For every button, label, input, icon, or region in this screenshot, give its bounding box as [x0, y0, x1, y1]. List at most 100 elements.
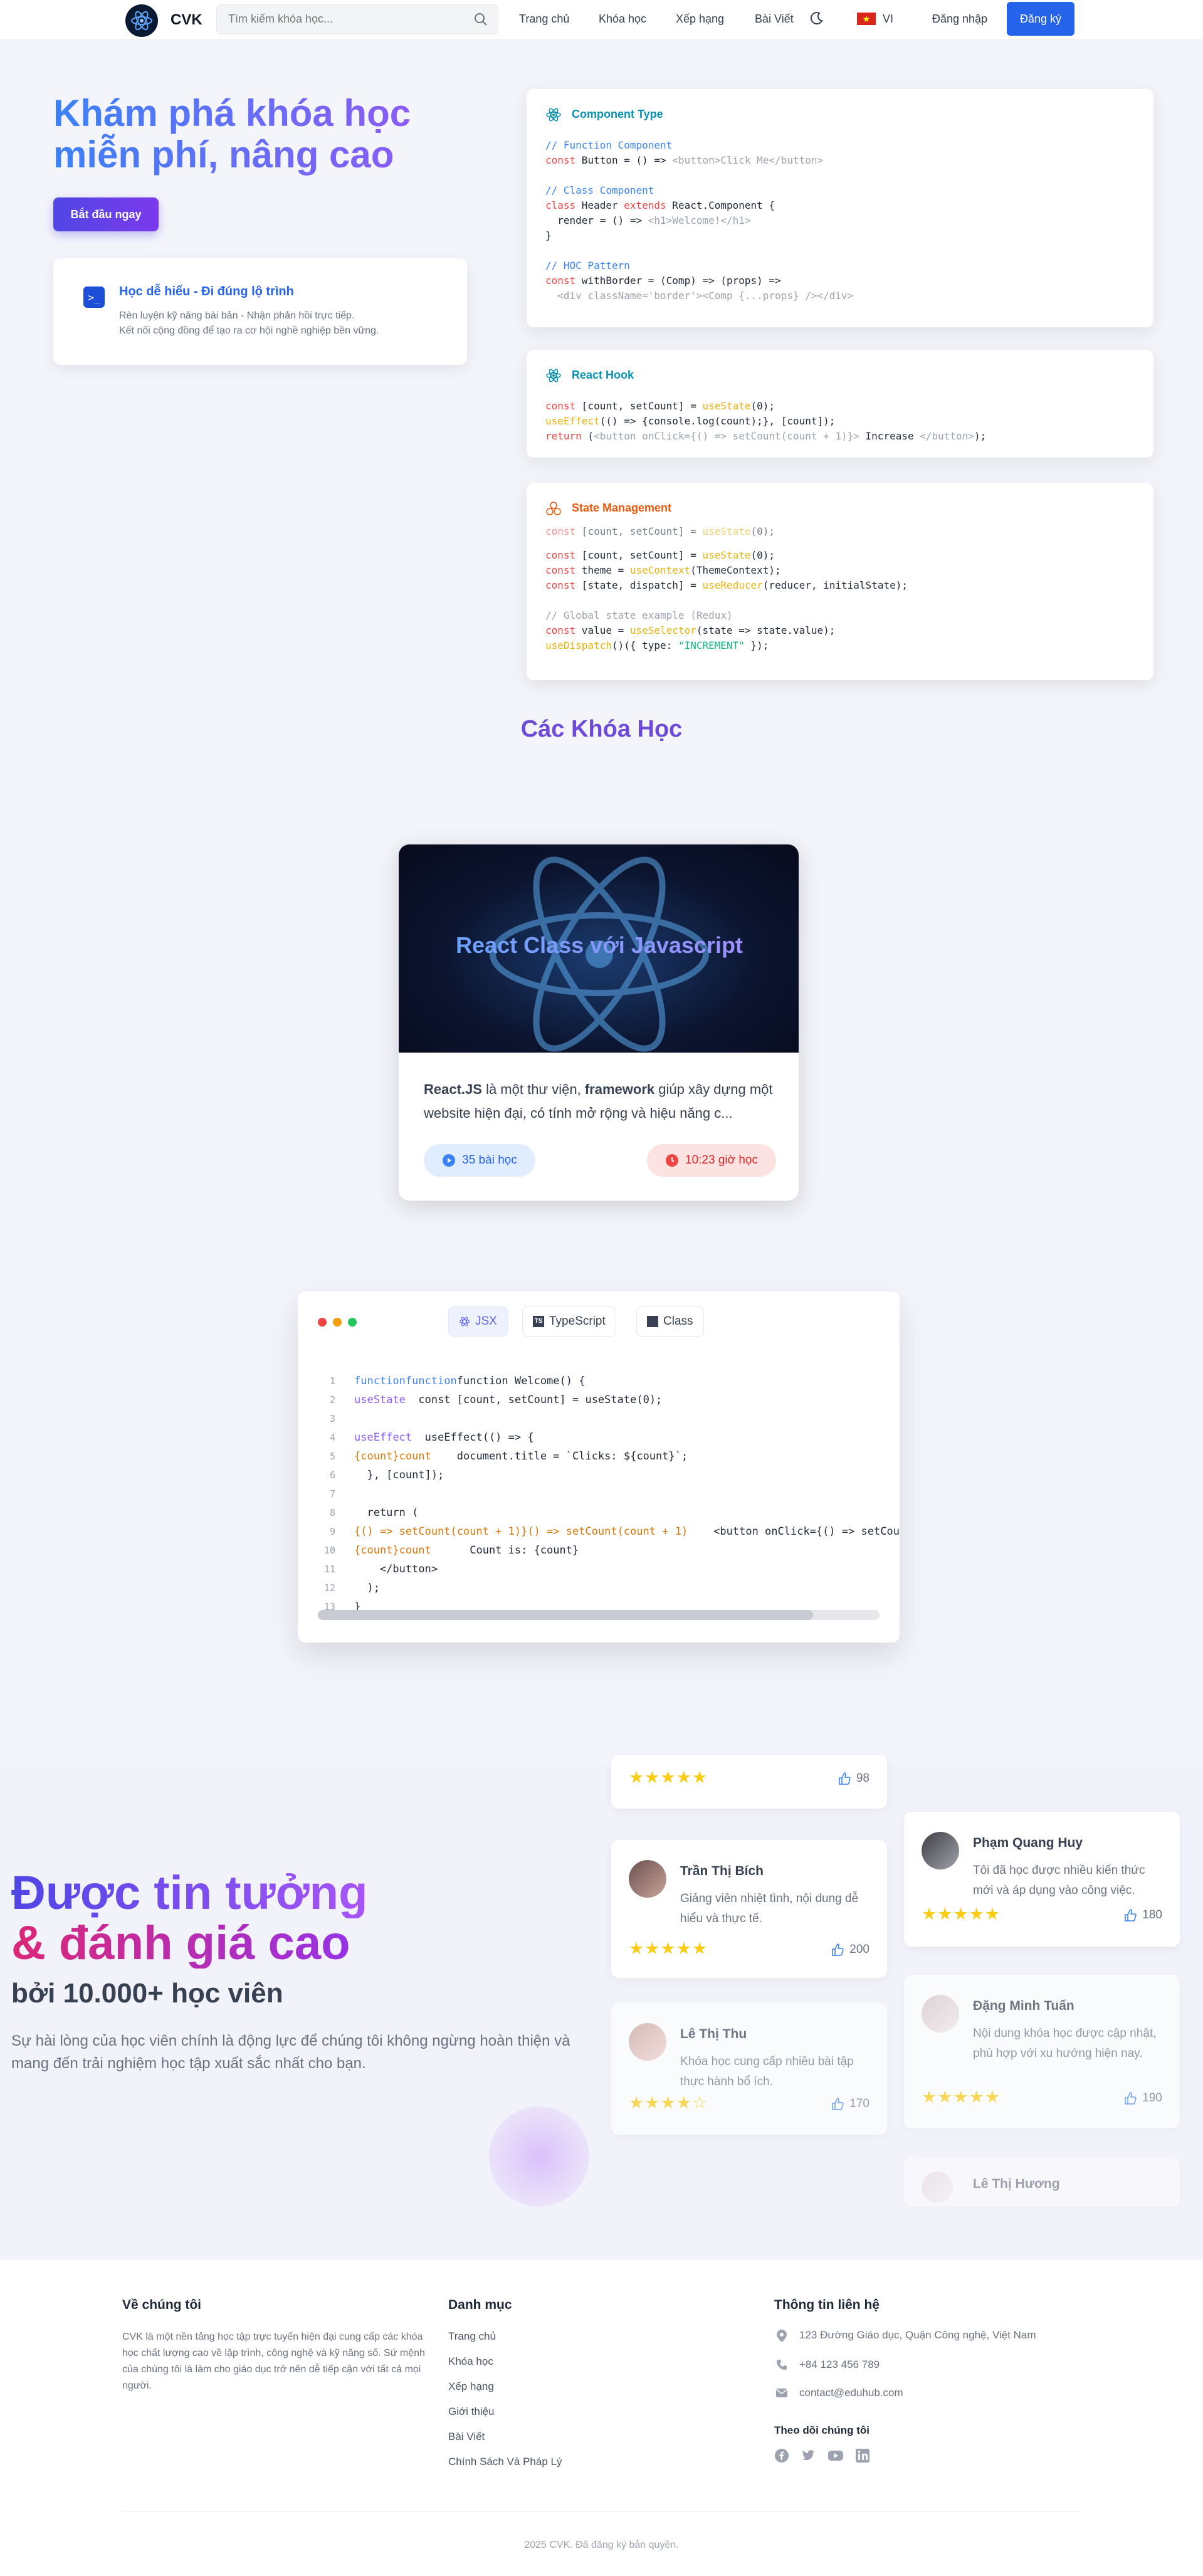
login-link[interactable]: Đăng nhập	[932, 13, 987, 26]
footer-link-home[interactable]: Trang chủ	[448, 2330, 496, 2343]
line-number: 5	[329, 1451, 335, 1462]
rating-stars: ★★★★★	[922, 1905, 1001, 1923]
feature-desc-line1: Rèn luyện kỹ năng bài bản - Nhận phản hồ…	[119, 310, 355, 321]
line-number: 3	[329, 1413, 335, 1424]
line-number: 2	[329, 1394, 335, 1406]
rating-stars: ★★★★★	[922, 2088, 1001, 2106]
line-number: 9	[329, 1526, 335, 1537]
reviewer-name: Phạm Quang Huy	[973, 1836, 1083, 1850]
feature-card: >_ Học dễ hiểu - Đi đúng lộ trình Rèn lu…	[53, 258, 467, 365]
react-icon	[545, 107, 562, 126]
thumbs-up-icon[interactable]	[1123, 1908, 1137, 1922]
rating-stars: ★★★★★	[629, 1939, 708, 1958]
like-count[interactable]: 190	[1123, 2091, 1162, 2105]
code-editor: JSX TS TypeScript Class 1 2 3 4 5 6 7 8 …	[298, 1291, 900, 1643]
dark-mode-icon[interactable]	[810, 11, 824, 28]
nav-courses[interactable]: Khóa học	[599, 13, 646, 26]
logo-text[interactable]: CVK	[171, 11, 202, 29]
play-icon	[443, 1154, 456, 1167]
tab-class[interactable]: Class	[636, 1306, 704, 1337]
line-number: 12	[323, 1582, 335, 1594]
email-icon	[775, 2388, 788, 2401]
window-close-dot	[318, 1318, 327, 1327]
line-number: 8	[329, 1507, 335, 1518]
course-card[interactable]: React Class với Javascript React.JS là m…	[398, 844, 799, 1201]
site-header: CVK Trang chủ Khóa học Xếp hạng Bài Viết…	[0, 0, 1203, 40]
avatar	[629, 2023, 666, 2061]
search-icon[interactable]	[474, 13, 488, 29]
logo-icon[interactable]	[125, 4, 158, 37]
nav-home[interactable]: Trang chủ	[519, 13, 569, 26]
start-now-button[interactable]: Bắt đầu ngay	[53, 197, 159, 231]
footer-phone: +84 123 456 789	[799, 2358, 880, 2370]
footer-about-title: Về chúng tôi	[122, 2298, 201, 2312]
avatar	[922, 2172, 953, 2203]
terminal-icon: >_	[83, 287, 105, 308]
rating-stars: ★★★★☆	[629, 2093, 708, 2112]
youtube-icon[interactable]	[827, 2448, 844, 2464]
like-number: 170	[849, 2097, 869, 2110]
search-box[interactable]	[216, 4, 498, 34]
review-card: Lê Thị Thu Khóa học cung cấp nhiều bài t…	[611, 2003, 887, 2135]
trust-subtitle: bởi 10.000+ học viên	[11, 1978, 283, 2009]
twitter-icon[interactable]	[801, 2448, 817, 2464]
desc-bold-react: React.JS	[424, 1081, 482, 1097]
review-card: Phạm Quang Huy Tôi đã học được nhiều kiế…	[904, 1812, 1180, 1947]
footer-email: contact@eduhub.com	[799, 2387, 903, 2399]
window-maximize-dot	[348, 1318, 357, 1327]
nav-blog[interactable]: Bài Viết	[755, 13, 794, 26]
scrollbar-thumb[interactable]	[318, 1610, 813, 1620]
feature-desc-line2: Kết nối cộng đồng để tạo ra cơ hội nghề …	[119, 325, 379, 336]
reviewer-name: Lê Thị Thu	[680, 2027, 747, 2041]
duration-badge: 10:23 giờ học	[647, 1144, 776, 1177]
window-minimize-dot	[333, 1318, 342, 1327]
line-number: 10	[323, 1545, 335, 1556]
horizontal-scrollbar[interactable]	[318, 1610, 880, 1620]
like-count[interactable]: 180	[1123, 1908, 1162, 1922]
code-card-title: State Management	[572, 502, 672, 514]
review-card: Trần Thị Bích Giảng viên nhiệt tình, nội…	[611, 1840, 887, 1978]
search-input[interactable]	[228, 13, 466, 26]
footer-link-policy[interactable]: Chính Sách Và Pháp Lý	[448, 2456, 562, 2468]
thumbs-up-icon[interactable]	[838, 1772, 851, 1785]
code-snippet: const [count, setCount] = useState(0); c…	[545, 549, 908, 651]
desc-bold-framework: framework	[584, 1081, 655, 1097]
line-number: 1	[329, 1375, 335, 1387]
line-number: 6	[329, 1469, 335, 1481]
nav-ranking[interactable]: Xếp hạng	[676, 13, 724, 26]
code-card-component-type: Component Type // Function Component con…	[527, 89, 1153, 327]
line-number: 11	[323, 1564, 335, 1575]
tab-label: TypeScript	[549, 1315, 606, 1328]
review-text: Giảng viên nhiệt tình, nội dung dễ hiểu …	[680, 1892, 859, 1925]
thumbs-up-icon[interactable]	[1123, 2091, 1137, 2105]
location-icon	[775, 2329, 788, 2346]
footer-link-about[interactable]: Giới thiệu	[448, 2405, 495, 2418]
footer-link-blog[interactable]: Bài Viết	[448, 2431, 485, 2443]
footer-link-courses[interactable]: Khóa học	[448, 2355, 493, 2368]
trust-title: Được tin tưởng & đánh giá cao	[11, 1868, 368, 1969]
vietnam-flag-icon[interactable]: ★	[857, 13, 876, 25]
facebook-icon[interactable]	[774, 2448, 791, 2464]
like-count[interactable]: 98	[838, 1772, 869, 1785]
register-button[interactable]: Đăng ký	[1007, 2, 1074, 36]
linkedin-icon[interactable]	[855, 2448, 871, 2464]
course-thumbnail[interactable]: React Class với Javascript	[399, 844, 799, 1053]
thumbs-up-icon[interactable]	[831, 1943, 844, 1957]
language-selector[interactable]: VI	[883, 13, 893, 26]
decorative-blob	[489, 2106, 589, 2207]
line-numbers: 1 2 3 4 5 6 7 8 9 10 11 12 13	[317, 1372, 335, 1616]
clock-icon	[666, 1154, 678, 1167]
footer-link-ranking[interactable]: Xếp hạng	[448, 2380, 494, 2393]
like-number: 98	[856, 1772, 869, 1785]
review-card: Lê Thị Hương	[904, 2157, 1180, 2207]
tab-jsx[interactable]: JSX	[448, 1306, 508, 1337]
like-count[interactable]: 170	[831, 2097, 869, 2111]
thumbs-up-icon[interactable]	[831, 2097, 844, 2111]
like-count[interactable]: 200	[831, 1943, 869, 1957]
course-description: React.JS là một thư viện, framework giúp…	[424, 1078, 775, 1125]
trust-title-line2: & đánh giá cao	[11, 1918, 368, 1969]
reviewer-name: Trần Thị Bích	[680, 1864, 764, 1878]
tab-typescript[interactable]: TS TypeScript	[522, 1306, 616, 1337]
site-footer: Về chúng tôi CVK là một nền tảng học tập…	[0, 2260, 1203, 2576]
avatar	[629, 1860, 666, 1898]
